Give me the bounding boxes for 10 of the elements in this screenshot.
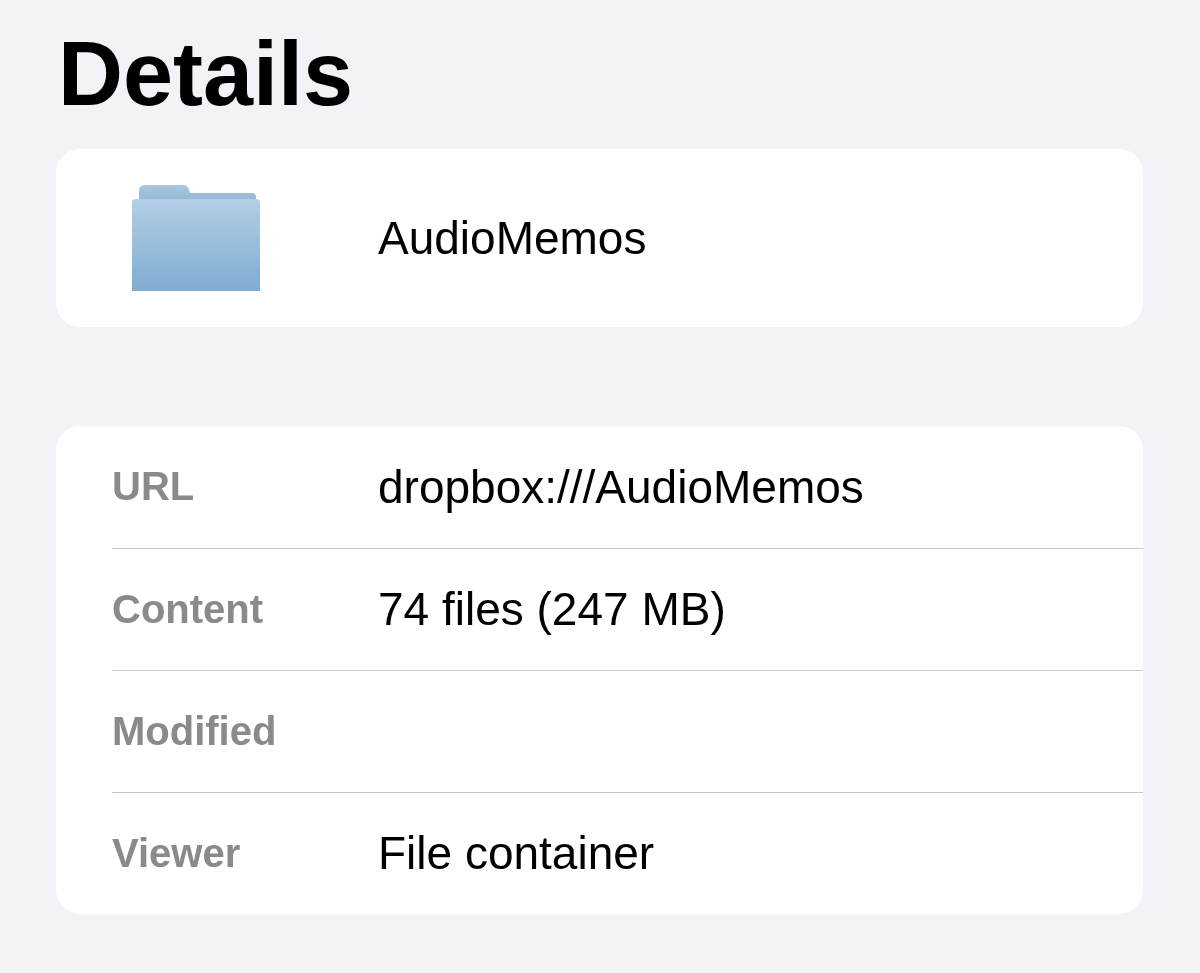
detail-label: Viewer — [112, 830, 242, 876]
detail-label: Content — [112, 586, 265, 632]
detail-label: URL — [112, 464, 196, 509]
detail-value: File container — [378, 826, 655, 880]
detail-value: 74 files (247 MB) — [378, 582, 726, 636]
folder-icon — [132, 184, 260, 291]
detail-label: Modified — [112, 708, 278, 754]
detail-value: dropbox:///AudioMemos — [378, 459, 864, 514]
page-title: Details — [58, 23, 355, 126]
folder-name: AudioMemos — [378, 210, 647, 265]
